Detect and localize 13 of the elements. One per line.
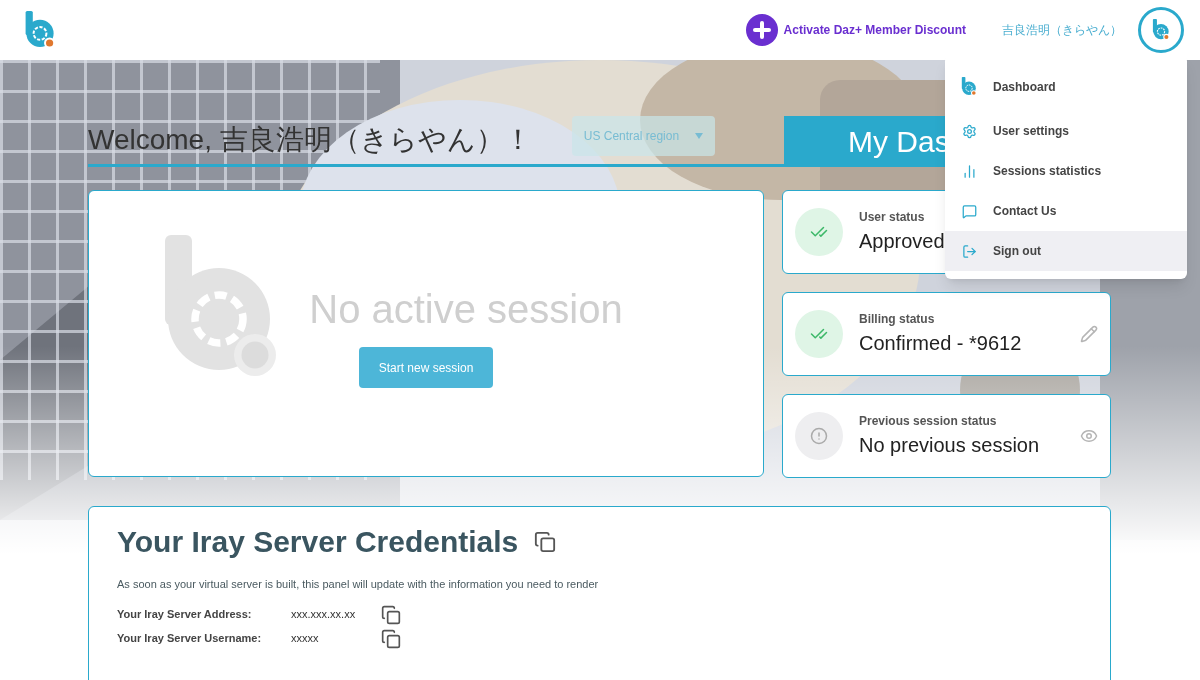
field-value: xxx.xxx.xx.xx [291,607,357,623]
welcome-heading: Welcome, 吉良浩明（きらやん）！ [88,123,532,157]
status-label: Previous session status [859,413,997,430]
status-label: User status [859,209,925,226]
field-value: xxxxx [291,631,320,647]
credentials-title: Your Iray Server Credentials [117,524,519,560]
status-label: Billing status [859,311,935,328]
credentials-note: As soon as your virtual server is built, this panel will update with the information you need to render [117,577,600,592]
field-label: Your Iray Server Address: [117,607,253,623]
status-value: Confirmed - *9612 [859,331,1022,356]
status-value: Approved [859,229,945,254]
field-label: Your Iray Server Username: [117,631,263,647]
status-value: No previous session [859,433,1040,458]
